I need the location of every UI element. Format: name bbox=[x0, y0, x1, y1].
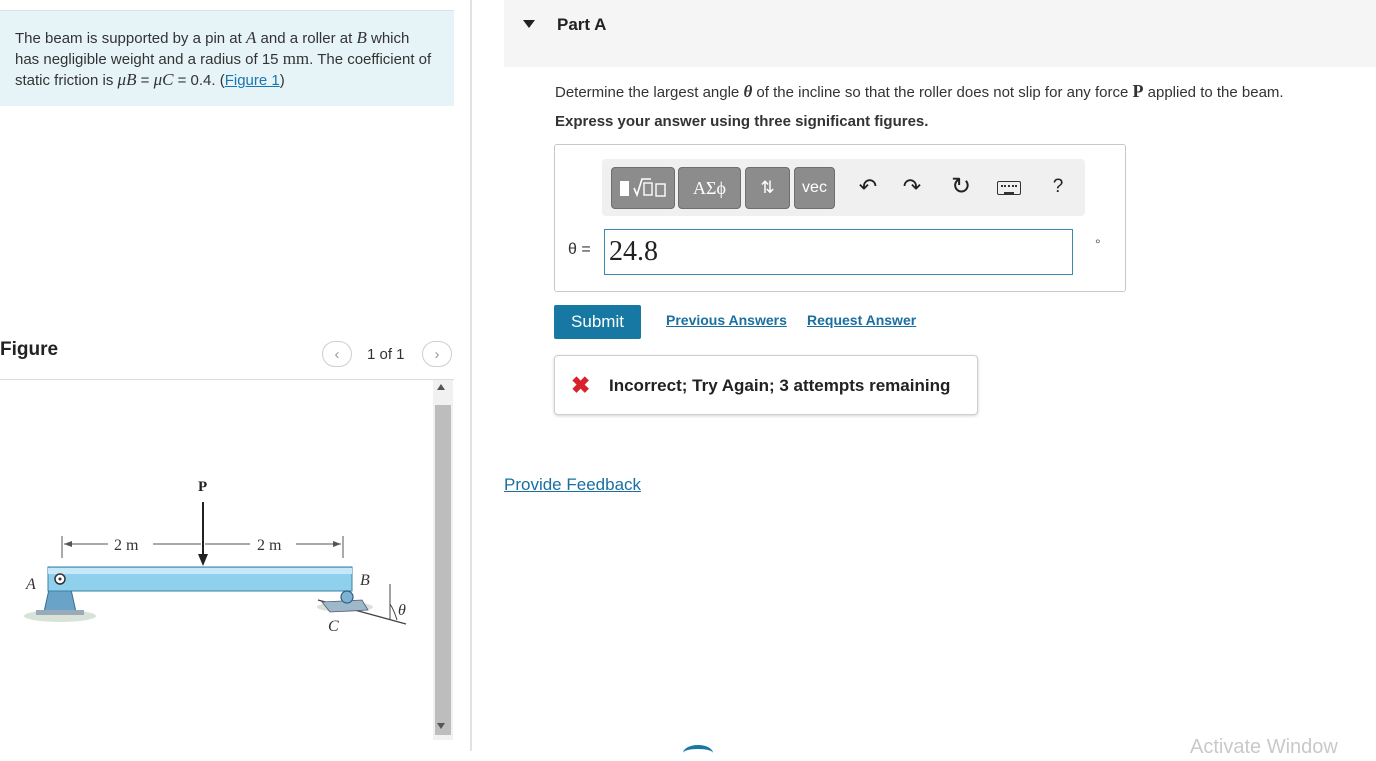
greek-symbols-button[interactable]: ΑΣϕ bbox=[678, 167, 741, 209]
problem-statement: The beam is supported by a pin at A and … bbox=[15, 28, 435, 91]
unit-mm: mm bbox=[282, 49, 310, 68]
figure-scrollbar-thumb[interactable] bbox=[435, 405, 451, 735]
pin-a-center bbox=[58, 577, 62, 581]
roller-b bbox=[340, 590, 354, 604]
force-p-arrowhead bbox=[198, 554, 208, 566]
answer-variable-label: θ = bbox=[568, 241, 591, 258]
request-answer-link[interactable]: Request Answer bbox=[807, 312, 916, 328]
caret-down-icon[interactable] bbox=[523, 20, 535, 28]
dim-label-left: 2 m bbox=[114, 537, 139, 554]
figure-counter: 1 of 1 bbox=[367, 346, 405, 363]
scroll-up-arrow-icon[interactable] bbox=[437, 384, 445, 390]
figure-next-button[interactable]: › bbox=[422, 341, 452, 367]
redo-icon[interactable]: ↷ bbox=[899, 172, 925, 202]
subscript-button[interactable]: ⇅ bbox=[745, 167, 790, 209]
panel-divider bbox=[470, 0, 472, 751]
part-header[interactable] bbox=[504, 0, 1376, 67]
templates-button[interactable] bbox=[611, 167, 675, 209]
pin-support-base bbox=[36, 610, 84, 615]
problem-text-segment: and a roller at bbox=[256, 30, 357, 47]
problem-text-segment: = bbox=[136, 72, 154, 89]
submit-button[interactable]: Submit bbox=[554, 305, 641, 339]
problem-text-segment: ) bbox=[279, 72, 285, 89]
figure-heading: Figure bbox=[0, 339, 59, 360]
point-b-label: B bbox=[360, 572, 370, 589]
feedback-message: Incorrect; Try Again; 3 attempts remaini… bbox=[609, 376, 951, 395]
loading-indicator bbox=[683, 745, 713, 761]
point-c-label: C bbox=[328, 618, 339, 635]
question-text: Determine the largest angle θ of the inc… bbox=[555, 81, 1284, 102]
chevron-right-icon: › bbox=[434, 346, 440, 363]
answer-unit: ° bbox=[1095, 236, 1101, 252]
beam-figure: P 2 m 2 m A B C θ bbox=[24, 479, 407, 635]
point-a-symbol: A bbox=[245, 28, 257, 47]
templates-icon bbox=[620, 178, 666, 198]
activate-windows-watermark: Activate Window bbox=[1190, 736, 1338, 758]
chevron-left-icon: ‹ bbox=[334, 346, 340, 363]
question-segment: of the incline so that the roller does n… bbox=[752, 84, 1133, 101]
theta-label: θ bbox=[398, 602, 406, 619]
problem-text-segment: = 0.4. ( bbox=[173, 72, 225, 89]
beam-highlight bbox=[48, 568, 352, 574]
subscript-icon: ⇅ bbox=[760, 178, 775, 197]
figure-link[interactable]: Figure 1 bbox=[225, 72, 280, 89]
force-p-label: P bbox=[198, 479, 207, 495]
force-p-symbol: P bbox=[1132, 81, 1144, 101]
reset-icon[interactable]: ↻ bbox=[948, 172, 974, 202]
point-b-symbol: B bbox=[356, 28, 367, 47]
help-icon[interactable]: ? bbox=[1045, 172, 1071, 202]
undo-icon[interactable]: ↶ bbox=[855, 172, 881, 202]
dim-arrow-right bbox=[333, 541, 341, 547]
keyboard-icon[interactable] bbox=[997, 181, 1021, 195]
mu-c-symbol: μC bbox=[153, 70, 174, 89]
problem-text-segment: The beam is supported by a pin at bbox=[15, 30, 246, 47]
vector-button[interactable]: vec bbox=[794, 167, 835, 209]
point-a-label: A bbox=[25, 576, 36, 593]
dim-label-right: 2 m bbox=[257, 537, 282, 554]
mu-b-symbol: μB bbox=[117, 70, 137, 89]
previous-answers-link[interactable]: Previous Answers bbox=[666, 312, 787, 328]
answer-input[interactable]: 24.8 bbox=[604, 229, 1073, 275]
figure-prev-button[interactable]: ‹ bbox=[322, 341, 352, 367]
x-icon: ✖ bbox=[571, 372, 591, 398]
theta-symbol: θ bbox=[743, 82, 753, 101]
scroll-down-arrow-icon[interactable] bbox=[437, 723, 445, 729]
question-segment: Determine the largest angle bbox=[555, 84, 744, 101]
dim-arrow-left bbox=[64, 541, 72, 547]
question-segment: applied to the beam. bbox=[1143, 84, 1284, 101]
provide-feedback-link[interactable]: Provide Feedback bbox=[504, 475, 641, 495]
theta-arc bbox=[389, 603, 398, 621]
answer-instruction: Express your answer using three signific… bbox=[555, 113, 929, 130]
part-title[interactable]: Part A bbox=[557, 15, 606, 35]
